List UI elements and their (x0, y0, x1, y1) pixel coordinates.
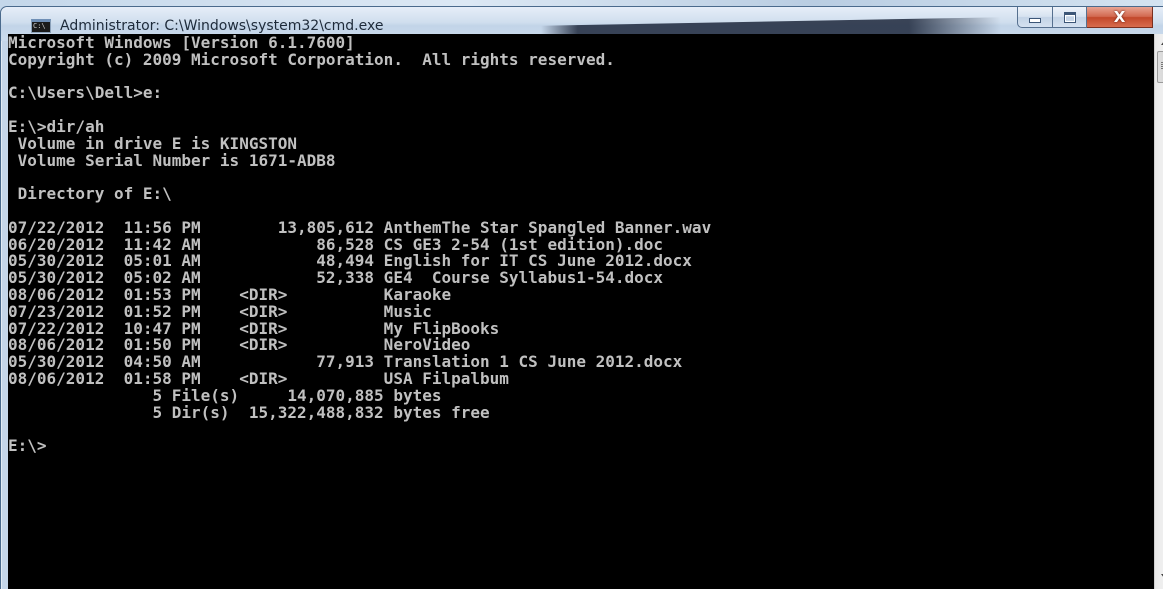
cmd-icon[interactable]: C:\ (31, 19, 51, 33)
console-line: C:\Users\Dell>e: (8, 83, 163, 103)
scroll-down-icon[interactable] (1155, 567, 1163, 584)
minimize-icon (1029, 18, 1041, 23)
maximize-button[interactable] (1053, 7, 1087, 28)
close-icon: X (1113, 8, 1126, 26)
console-area[interactable]: Microsoft Windows [Version 6.1.7600] Cop… (8, 34, 1154, 589)
scroll-thumb[interactable] (1157, 51, 1163, 83)
maximize-icon (1063, 11, 1076, 23)
console-line: Directory of E:\ (8, 184, 172, 204)
window-title: Administrator: C:\Windows\system32\cmd.e… (60, 18, 384, 34)
console-line: 5 Dir(s) 15,322,488,832 bytes free (8, 402, 490, 422)
vertical-scrollbar[interactable] (1154, 34, 1163, 589)
console-line: Copyright (c) 2009 Microsoft Corporation… (8, 49, 615, 69)
console-line: Volume Serial Number is 1671-ADB8 (8, 150, 336, 170)
console-output: Microsoft Windows [Version 6.1.7600] Cop… (8, 34, 1154, 455)
console-prompt: E:\> (8, 436, 47, 456)
caption-buttons: X (1017, 7, 1153, 28)
close-button[interactable]: X (1087, 7, 1153, 28)
minimize-button[interactable] (1017, 7, 1053, 28)
scroll-up-icon[interactable] (1155, 34, 1163, 51)
